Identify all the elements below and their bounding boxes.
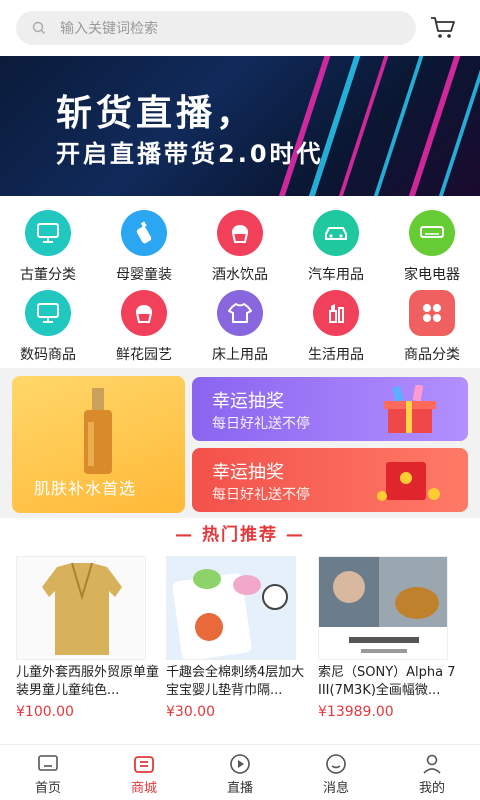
promo-section: 肌肤补水首选 幸运抽奖 每日好礼送不停 幸运抽奖 每日好礼送不停 xyxy=(0,368,480,518)
category-item[interactable]: 母婴童装 xyxy=(96,210,192,284)
top-bar: 输入关键词检索 xyxy=(0,0,480,56)
category-label: 商品分类 xyxy=(404,347,460,363)
product-image xyxy=(166,556,296,660)
cupcake-icon xyxy=(121,290,167,336)
category-label: 家电电器 xyxy=(404,267,460,283)
product-price: ¥30.00 xyxy=(166,704,215,720)
product-card[interactable]: 儿童外套西服外贸原单童装男童儿童纯色... ¥100.00 xyxy=(16,556,159,720)
tab-label: 直播 xyxy=(226,781,253,796)
lottery-subtitle: 每日好礼送不停 xyxy=(212,487,310,503)
category-item[interactable]: 汽车用品 xyxy=(288,210,384,284)
tab-label: 商城 xyxy=(130,781,157,796)
cart-icon[interactable] xyxy=(430,16,456,40)
lottery-card[interactable]: 幸运抽奖 每日好礼送不停 xyxy=(192,377,468,441)
product-name: 千趣会全棉刺绣4层加大宝宝婴儿垫背巾隔... xyxy=(166,665,305,698)
tab-shop[interactable]: 商城 xyxy=(96,745,192,800)
cupcake-icon xyxy=(217,210,263,256)
category-grid: 古董分类 母婴童装 酒水饮品 汽车用品 家电电器 数码商品 鲜花园艺 床上用品 … xyxy=(0,200,480,366)
shop-icon xyxy=(134,756,154,773)
app-root: 输入关键词检索 斩货直播， 开启直播带货2.0时代 古董分类 母婴童装 酒水饮品… xyxy=(0,0,480,800)
air-conditioner-icon xyxy=(409,210,455,256)
category-label: 床上用品 xyxy=(212,347,268,363)
lottery-title: 幸运抽奖 xyxy=(212,462,284,483)
search-icon xyxy=(32,21,45,34)
banner-headline: 斩货直播， xyxy=(56,93,257,134)
banner-stripe xyxy=(272,56,334,196)
category-item[interactable]: 古董分类 xyxy=(0,210,96,284)
product-name: 儿童外套西服外贸原单童装男童儿童纯色... xyxy=(16,665,160,698)
promo-skincare-text: 肌肤补水首选 xyxy=(34,479,137,498)
category-label: 母婴童装 xyxy=(116,267,172,283)
tab-messages[interactable]: 消息 xyxy=(288,745,384,800)
promo-skincare-card[interactable]: 肌肤补水首选 xyxy=(12,376,185,513)
lottery-card[interactable]: 幸运抽奖 每日好礼送不停 xyxy=(192,448,468,512)
home-icon xyxy=(38,755,58,771)
search-placeholder: 输入关键词检索 xyxy=(60,21,158,37)
category-item[interactable]: 酒水饮品 xyxy=(192,210,288,284)
grid-icon xyxy=(409,290,455,336)
lipstick-icon xyxy=(313,290,359,336)
product-price: ¥13989.00 xyxy=(318,704,394,720)
user-icon xyxy=(423,754,441,774)
red-envelope-icon xyxy=(377,462,440,501)
product-image xyxy=(318,556,448,660)
bottle-icon xyxy=(121,210,167,256)
banner-stripe xyxy=(302,56,364,196)
tab-profile[interactable]: 我的 xyxy=(384,745,480,800)
car-icon xyxy=(313,210,359,256)
lottery-title: 幸运抽奖 xyxy=(212,391,284,412)
tab-label: 我的 xyxy=(418,781,445,796)
search-input[interactable]: 输入关键词检索 xyxy=(16,11,416,45)
category-label: 鲜花园艺 xyxy=(116,347,172,363)
category-label: 酒水饮品 xyxy=(212,267,268,283)
play-icon xyxy=(230,754,250,774)
category-label: 生活用品 xyxy=(308,347,364,363)
serum-bottle-image xyxy=(84,388,112,474)
product-price: ¥100.00 xyxy=(16,704,74,720)
category-item[interactable]: 数码商品 xyxy=(0,290,96,364)
category-item[interactable]: 鲜花园艺 xyxy=(96,290,192,364)
shirt-icon xyxy=(217,290,263,336)
category-label: 数码商品 xyxy=(20,347,76,363)
product-image xyxy=(16,556,146,660)
category-item[interactable]: 床上用品 xyxy=(192,290,288,364)
tab-home[interactable]: 首页 xyxy=(0,745,96,800)
category-item[interactable]: 商品分类 xyxy=(384,290,480,364)
category-item[interactable]: 家电电器 xyxy=(384,210,480,284)
product-card[interactable]: 索尼（SONY）Alpha 7 III(7M3K)全画幅微... ¥13989.… xyxy=(318,556,458,720)
tab-label: 首页 xyxy=(34,781,61,796)
tab-live[interactable]: 直播 xyxy=(192,745,288,800)
bottom-tab-bar: 首页 商城 直播 消息 我的 xyxy=(0,744,480,800)
product-name: 索尼（SONY）Alpha 7 III(7M3K)全画幅微... xyxy=(318,665,456,698)
hot-recommend-title: — 热门推荐 — xyxy=(0,520,480,550)
gift-box-icon xyxy=(384,385,436,433)
monitor-icon xyxy=(25,210,71,256)
lottery-subtitle: 每日好礼送不停 xyxy=(212,416,310,432)
monitor-icon xyxy=(25,290,71,336)
product-card[interactable]: 千趣会全棉刺绣4层加大宝宝婴儿垫背巾隔... ¥30.00 xyxy=(166,556,306,720)
banner-subline: 开启直播带货2.0时代 xyxy=(56,140,324,168)
banner-stripe xyxy=(432,56,480,196)
tab-label: 消息 xyxy=(322,781,349,796)
category-label: 汽车用品 xyxy=(308,267,364,283)
category-item[interactable]: 生活用品 xyxy=(288,290,384,364)
banner[interactable]: 斩货直播， 开启直播带货2.0时代 xyxy=(0,56,480,196)
product-list: 儿童外套西服外贸原单童装男童儿童纯色... ¥100.00 千趣会全棉刺绣4层加… xyxy=(0,556,480,736)
message-icon xyxy=(326,754,346,774)
category-label: 古董分类 xyxy=(20,267,76,283)
